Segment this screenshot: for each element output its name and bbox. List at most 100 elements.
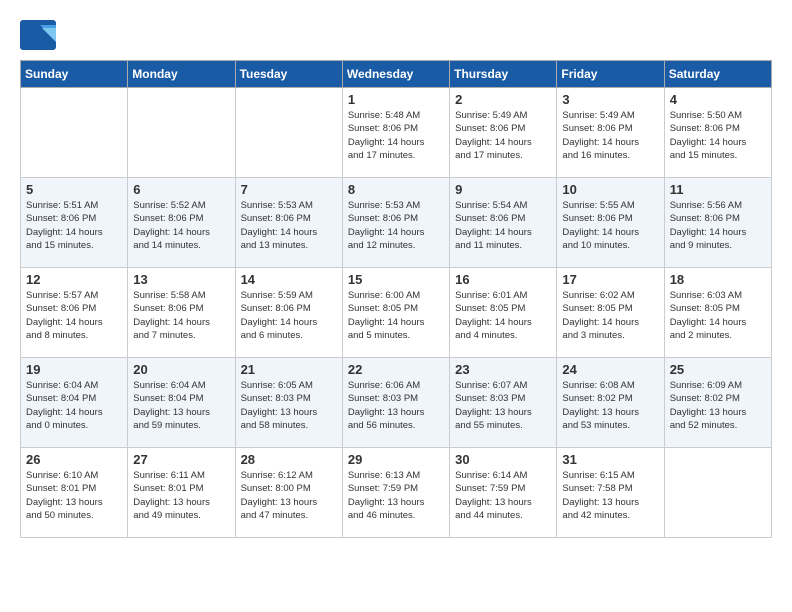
day-info: Sunrise: 6:04 AM Sunset: 8:04 PM Dayligh…	[26, 379, 122, 432]
weekday-header-monday: Monday	[128, 61, 235, 88]
calendar-cell: 5Sunrise: 5:51 AM Sunset: 8:06 PM Daylig…	[21, 178, 128, 268]
calendar-cell: 22 Sunrise: 6:06 AM Sunset: 8:03 PM Dayli…	[342, 358, 449, 448]
calendar-cell: 9 Sunrise: 5:54 AM Sunset: 8:06 PM Daylig…	[450, 178, 557, 268]
weekday-header-wednesday: Wednesday	[342, 61, 449, 88]
day-info: Sunrise: 5:49 AM Sunset: 8:06 PM Dayligh…	[562, 109, 658, 162]
weekday-header-sunday: Sunday	[21, 61, 128, 88]
header	[20, 20, 772, 50]
day-number: 25	[670, 362, 766, 377]
day-info: Sunrise: 6:07 AM Sunset: 8:03 PM Dayligh…	[455, 379, 551, 432]
day-number: 23	[455, 362, 551, 377]
day-info: Sunrise: 5:52 AM Sunset: 8:06 PM Dayligh…	[133, 199, 229, 252]
page-container: SundayMondayTuesdayWednesdayThursdayFrid…	[20, 20, 772, 538]
calendar-cell: 25 Sunrise: 6:09 AM Sunset: 8:02 PM Dayli…	[664, 358, 771, 448]
calendar-cell	[21, 88, 128, 178]
calendar-cell: 26 Sunrise: 6:10 AM Sunset: 8:01 PM Dayli…	[21, 448, 128, 538]
calendar-cell: 13 Sunrise: 5:58 AM Sunset: 8:06 PM Dayli…	[128, 268, 235, 358]
calendar-cell: 20 Sunrise: 6:04 AM Sunset: 8:04 PM Dayli…	[128, 358, 235, 448]
day-info: Sunrise: 6:13 AM Sunset: 7:59 PM Dayligh…	[348, 469, 444, 522]
calendar-cell: 23 Sunrise: 6:07 AM Sunset: 8:03 PM Dayli…	[450, 358, 557, 448]
calendar-cell: 11Sunrise: 5:56 AM Sunset: 8:06 PM Dayli…	[664, 178, 771, 268]
weekday-header-friday: Friday	[557, 61, 664, 88]
day-number: 4	[670, 92, 766, 107]
calendar-cell: 4 Sunrise: 5:50 AM Sunset: 8:06 PM Daylig…	[664, 88, 771, 178]
day-number: 28	[241, 452, 337, 467]
calendar-cell: 28 Sunrise: 6:12 AM Sunset: 8:00 PM Dayli…	[235, 448, 342, 538]
day-info: Sunrise: 6:10 AM Sunset: 8:01 PM Dayligh…	[26, 469, 122, 522]
day-info: Sunrise: 6:12 AM Sunset: 8:00 PM Dayligh…	[241, 469, 337, 522]
day-info: Sunrise: 6:06 AM Sunset: 8:03 PM Dayligh…	[348, 379, 444, 432]
day-number: 24	[562, 362, 658, 377]
calendar-cell: 1 Sunrise: 5:48 AM Sunset: 8:06 PM Daylig…	[342, 88, 449, 178]
calendar-cell: 16Sunrise: 6:01 AM Sunset: 8:05 PM Dayli…	[450, 268, 557, 358]
day-number: 19	[26, 362, 122, 377]
day-number: 18	[670, 272, 766, 287]
calendar-cell: 19 Sunrise: 6:04 AM Sunset: 8:04 PM Dayli…	[21, 358, 128, 448]
logo-icon	[20, 20, 56, 50]
day-info: Sunrise: 6:04 AM Sunset: 8:04 PM Dayligh…	[133, 379, 229, 432]
day-number: 6	[133, 182, 229, 197]
calendar-cell: 18 Sunrise: 6:03 AM Sunset: 8:05 PM Dayli…	[664, 268, 771, 358]
day-number: 3	[562, 92, 658, 107]
day-number: 26	[26, 452, 122, 467]
day-number: 31	[562, 452, 658, 467]
day-number: 20	[133, 362, 229, 377]
calendar-week-3: 12 Sunrise: 5:57 AM Sunset: 8:06 PM Dayli…	[21, 268, 772, 358]
calendar-cell	[235, 88, 342, 178]
weekday-header-thursday: Thursday	[450, 61, 557, 88]
day-number: 7	[241, 182, 337, 197]
weekday-header-tuesday: Tuesday	[235, 61, 342, 88]
weekday-header-saturday: Saturday	[664, 61, 771, 88]
calendar-cell: 29Sunrise: 6:13 AM Sunset: 7:59 PM Dayli…	[342, 448, 449, 538]
day-info: Sunrise: 6:15 AM Sunset: 7:58 PM Dayligh…	[562, 469, 658, 522]
calendar-cell: 14 Sunrise: 5:59 AM Sunset: 8:06 PM Dayli…	[235, 268, 342, 358]
day-info: Sunrise: 5:59 AM Sunset: 8:06 PM Dayligh…	[241, 289, 337, 342]
day-number: 17	[562, 272, 658, 287]
day-number: 21	[241, 362, 337, 377]
day-info: Sunrise: 5:55 AM Sunset: 8:06 PM Dayligh…	[562, 199, 658, 252]
calendar-cell: 21 Sunrise: 6:05 AM Sunset: 8:03 PM Dayli…	[235, 358, 342, 448]
calendar-cell: 8Sunrise: 5:53 AM Sunset: 8:06 PM Daylig…	[342, 178, 449, 268]
calendar-week-5: 26 Sunrise: 6:10 AM Sunset: 8:01 PM Dayli…	[21, 448, 772, 538]
weekday-header-row: SundayMondayTuesdayWednesdayThursdayFrid…	[21, 61, 772, 88]
calendar-cell: 24 Sunrise: 6:08 AM Sunset: 8:02 PM Dayli…	[557, 358, 664, 448]
calendar-cell: 10Sunrise: 5:55 AM Sunset: 8:06 PM Dayli…	[557, 178, 664, 268]
day-number: 22	[348, 362, 444, 377]
day-info: Sunrise: 6:14 AM Sunset: 7:59 PM Dayligh…	[455, 469, 551, 522]
calendar-cell: 2 Sunrise: 5:49 AM Sunset: 8:06 PM Daylig…	[450, 88, 557, 178]
day-number: 9	[455, 182, 551, 197]
day-number: 30	[455, 452, 551, 467]
day-number: 1	[348, 92, 444, 107]
logo	[20, 20, 60, 50]
calendar-cell: 30 Sunrise: 6:14 AM Sunset: 7:59 PM Dayli…	[450, 448, 557, 538]
day-number: 14	[241, 272, 337, 287]
day-info: Sunrise: 6:05 AM Sunset: 8:03 PM Dayligh…	[241, 379, 337, 432]
calendar-cell	[128, 88, 235, 178]
calendar-cell: 15Sunrise: 6:00 AM Sunset: 8:05 PM Dayli…	[342, 268, 449, 358]
day-info: Sunrise: 5:58 AM Sunset: 8:06 PM Dayligh…	[133, 289, 229, 342]
day-number: 13	[133, 272, 229, 287]
day-info: Sunrise: 5:49 AM Sunset: 8:06 PM Dayligh…	[455, 109, 551, 162]
day-info: Sunrise: 5:53 AM Sunset: 8:06 PM Dayligh…	[241, 199, 337, 252]
day-info: Sunrise: 6:11 AM Sunset: 8:01 PM Dayligh…	[133, 469, 229, 522]
day-info: Sunrise: 6:01 AM Sunset: 8:05 PM Dayligh…	[455, 289, 551, 342]
day-info: Sunrise: 5:50 AM Sunset: 8:06 PM Dayligh…	[670, 109, 766, 162]
day-info: Sunrise: 6:02 AM Sunset: 8:05 PM Dayligh…	[562, 289, 658, 342]
day-info: Sunrise: 6:08 AM Sunset: 8:02 PM Dayligh…	[562, 379, 658, 432]
day-info: Sunrise: 5:48 AM Sunset: 8:06 PM Dayligh…	[348, 109, 444, 162]
calendar-table: SundayMondayTuesdayWednesdayThursdayFrid…	[20, 60, 772, 538]
day-info: Sunrise: 6:09 AM Sunset: 8:02 PM Dayligh…	[670, 379, 766, 432]
calendar-week-2: 5Sunrise: 5:51 AM Sunset: 8:06 PM Daylig…	[21, 178, 772, 268]
calendar-cell: 31 Sunrise: 6:15 AM Sunset: 7:58 PM Dayli…	[557, 448, 664, 538]
day-info: Sunrise: 5:57 AM Sunset: 8:06 PM Dayligh…	[26, 289, 122, 342]
calendar-cell	[664, 448, 771, 538]
day-info: Sunrise: 5:56 AM Sunset: 8:06 PM Dayligh…	[670, 199, 766, 252]
calendar-week-4: 19 Sunrise: 6:04 AM Sunset: 8:04 PM Dayli…	[21, 358, 772, 448]
day-number: 2	[455, 92, 551, 107]
day-info: Sunrise: 5:53 AM Sunset: 8:06 PM Dayligh…	[348, 199, 444, 252]
day-number: 12	[26, 272, 122, 287]
day-number: 15	[348, 272, 444, 287]
day-info: Sunrise: 5:54 AM Sunset: 8:06 PM Dayligh…	[455, 199, 551, 252]
day-info: Sunrise: 6:03 AM Sunset: 8:05 PM Dayligh…	[670, 289, 766, 342]
calendar-cell: 3 Sunrise: 5:49 AM Sunset: 8:06 PM Daylig…	[557, 88, 664, 178]
